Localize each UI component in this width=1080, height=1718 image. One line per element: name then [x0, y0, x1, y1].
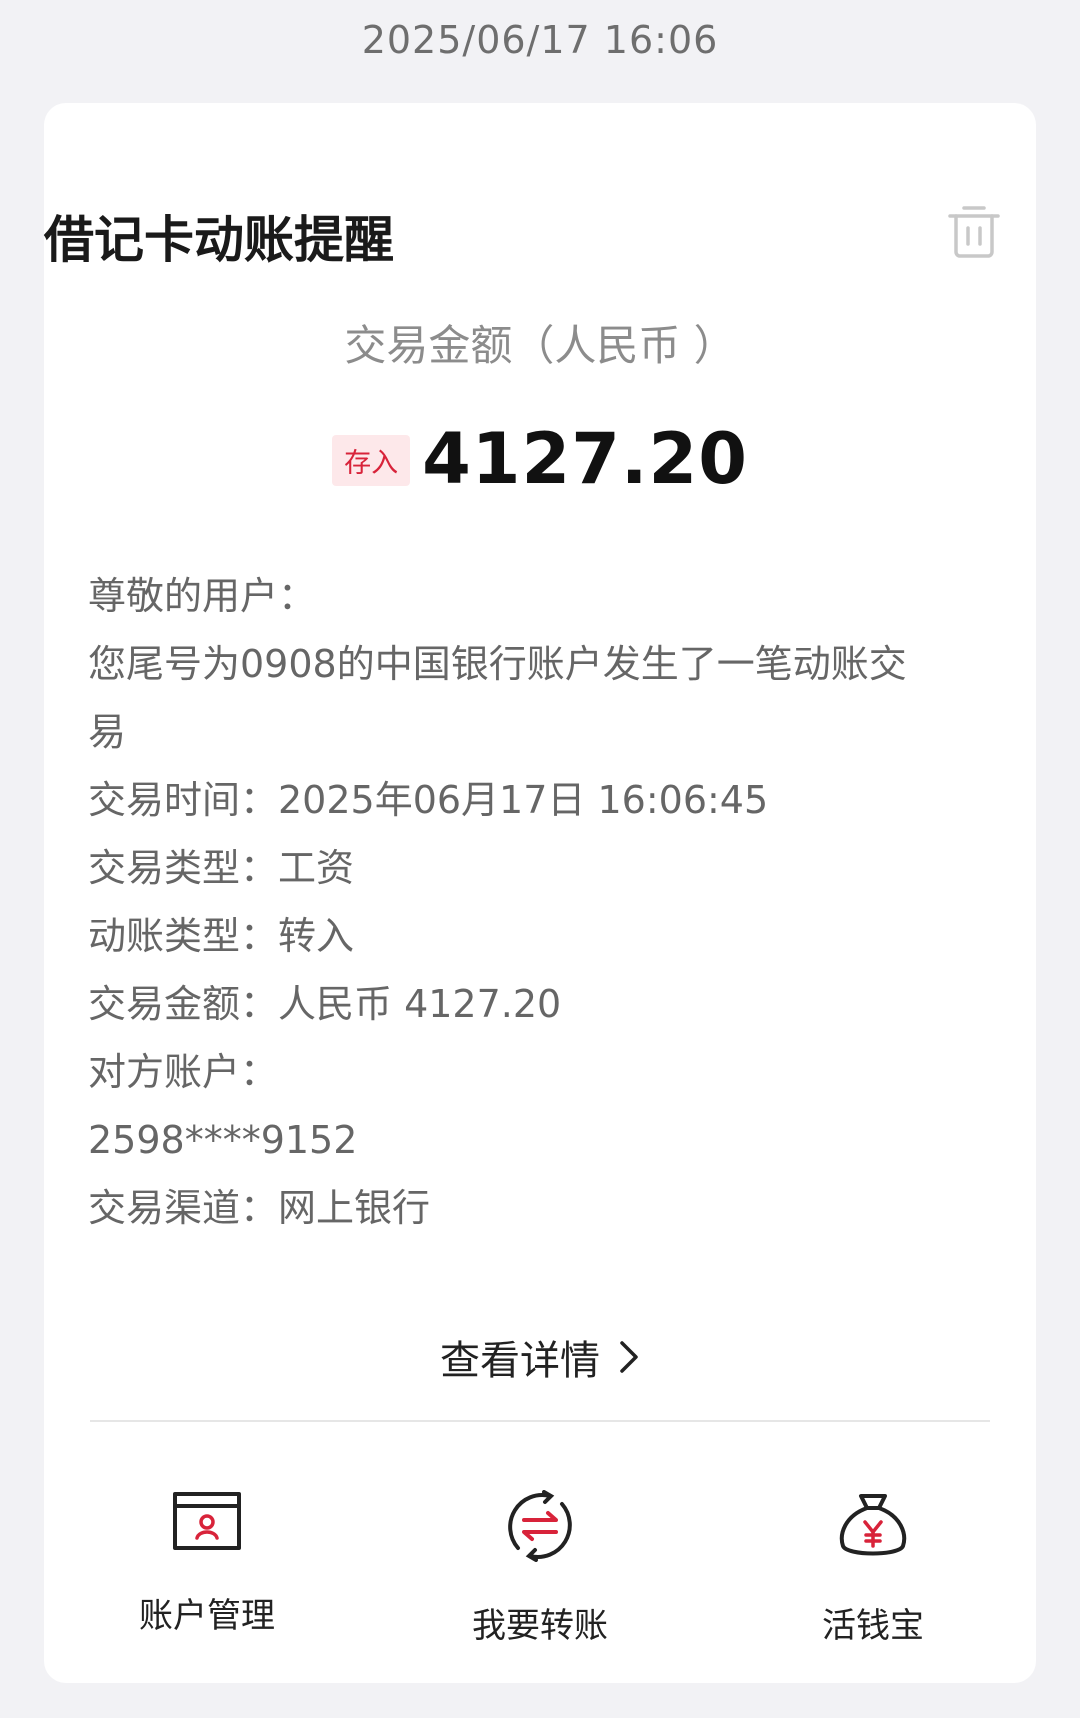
message-body: 尊敬的用户： 您尾号为0908的中国银行账户发生了一笔动账交 易 交易时间：20…	[88, 562, 988, 1242]
notice-line-wrap: 易	[88, 710, 127, 754]
delete-button[interactable]	[946, 200, 1002, 260]
trash-icon	[948, 206, 1000, 258]
divider	[90, 1420, 990, 1422]
counterparty-label: 对方账户：	[88, 1050, 279, 1094]
message-timestamp: 2025/06/17 16:06	[361, 18, 719, 62]
transaction-type: 交易类型：工资	[88, 846, 355, 890]
transaction-amount: 4127.20	[422, 418, 748, 500]
account-card-icon	[173, 1492, 241, 1550]
view-details-link[interactable]: 查看详情	[0, 1328, 1080, 1386]
money-bag-button[interactable]: 活钱宝	[763, 1490, 983, 1647]
transfer-button[interactable]: 我要转账	[430, 1490, 650, 1647]
account-management-button[interactable]: 账户管理	[97, 1490, 317, 1637]
transfer-label: 我要转账	[472, 1606, 608, 1646]
notice-line: 您尾号为0908的中国银行账户发生了一笔动账交	[88, 642, 907, 686]
transaction-amount-line: 交易金额：人民币 4127.20	[88, 982, 562, 1026]
account-management-label: 账户管理	[139, 1596, 275, 1636]
transaction-time: 交易时间：2025年06月17日 16:06:45	[88, 778, 769, 822]
deposit-badge: 存入	[332, 434, 411, 486]
view-details-label: 查看详情	[440, 1338, 600, 1384]
transfer-icon	[508, 1490, 572, 1562]
counterparty-account: 2598****9152	[88, 1118, 358, 1162]
transaction-channel: 交易渠道：网上银行	[88, 1186, 431, 1230]
chevron-right-icon	[620, 1341, 638, 1373]
movement-type: 动账类型：转入	[88, 914, 355, 958]
money-bag-icon	[839, 1494, 907, 1556]
card-title: 借记卡动账提醒	[44, 211, 394, 269]
amount-row: 存入 4127.20	[0, 418, 1080, 500]
greeting-line: 尊敬的用户：	[88, 574, 317, 618]
amount-label: 交易金额（人民币 ）	[344, 321, 736, 370]
money-bag-label: 活钱宝	[822, 1606, 924, 1646]
